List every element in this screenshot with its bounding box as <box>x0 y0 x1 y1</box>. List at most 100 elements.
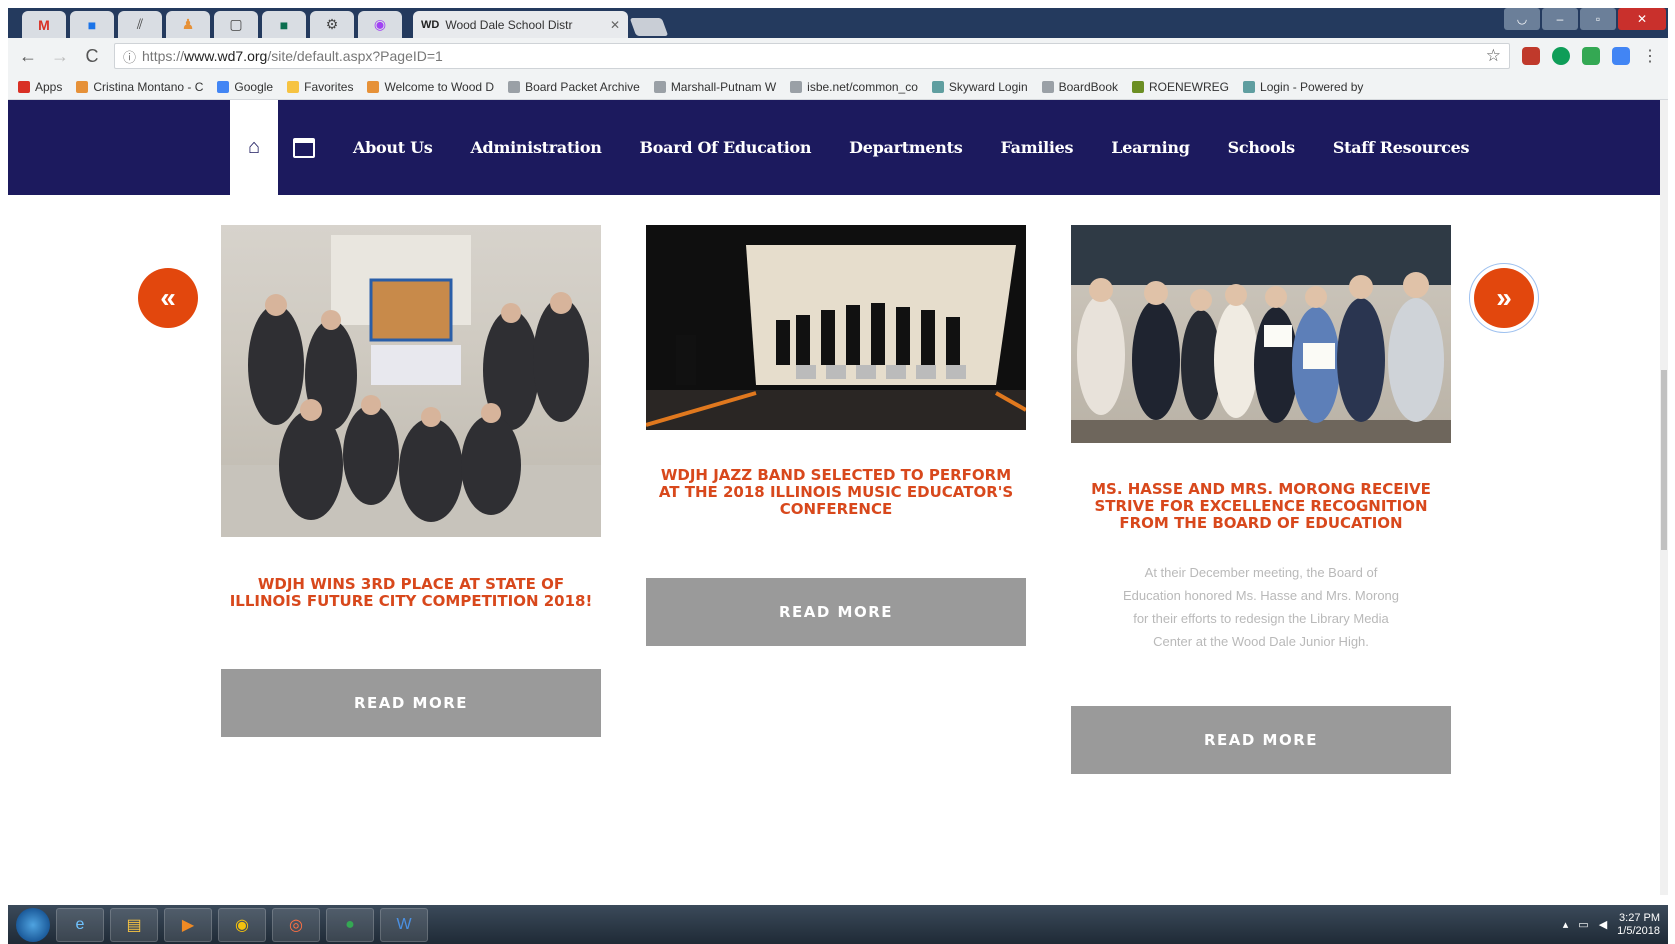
browser-tab[interactable]: ⫽ <box>118 11 162 38</box>
bookmark-item[interactable]: Board Packet Archive <box>508 80 640 94</box>
news-photo-recognition[interactable] <box>1071 225 1451 443</box>
url-text: https://www.wd7.org/site/default.aspx?Pa… <box>142 48 443 64</box>
page-icon <box>1041 80 1054 93</box>
group-photo-illustration <box>221 235 601 537</box>
news-photo-future-city[interactable] <box>221 225 601 537</box>
close-tab-icon[interactable]: ✕ <box>610 18 620 32</box>
page-scrollbar[interactable] <box>1660 100 1668 895</box>
system-tray: ▴ ▭ ◀ 3:27 PM 1/5/2018 <box>1563 912 1660 938</box>
bookmarks-bar: Apps Cristina Montano - C Google Favorit… <box>8 74 1668 100</box>
bookmark-favicon-icon <box>1243 80 1256 93</box>
browser-tab[interactable]: ♟ <box>166 11 210 38</box>
browser-tab[interactable]: ▢ <box>214 11 258 38</box>
volume-icon[interactable]: ◀ <box>1599 918 1607 931</box>
bookmark-favicon-icon <box>1132 80 1144 93</box>
bookmark-item[interactable]: Google <box>217 80 273 94</box>
media-player-icon[interactable]: ▶ <box>164 907 212 942</box>
user-profile-button[interactable]: ◡ <box>1504 8 1540 30</box>
browser-tab[interactable]: ■ <box>262 11 306 38</box>
nav-learning[interactable]: Learning <box>1111 138 1190 157</box>
nav-about-us[interactable]: About Us <box>353 138 433 157</box>
hangouts-icon[interactable]: ● <box>326 907 374 942</box>
info-icon[interactable]: ⓘ <box>123 47 136 66</box>
scrollbar-thumb[interactable] <box>1661 370 1667 550</box>
bookmark-item[interactable]: Login - Powered by <box>1243 80 1363 94</box>
bookmark-item[interactable]: Skyward Login <box>931 80 1028 94</box>
start-button[interactable] <box>16 907 50 942</box>
bookmark-item[interactable]: Marshall-Putnam W <box>653 80 776 94</box>
home-button[interactable]: ⌂ <box>230 100 278 195</box>
browser-tab[interactable]: ⚙ <box>310 11 354 38</box>
address-bar[interactable]: ⓘ https://www.wd7.org/site/default.aspx?… <box>114 43 1510 69</box>
browser-tab[interactable]: ■ <box>70 11 114 38</box>
taskbar-clock[interactable]: 3:27 PM 1/5/2018 <box>1617 912 1660 938</box>
tab-icon: ■ <box>87 16 97 33</box>
carousel-prev-button[interactable]: « <box>138 268 198 328</box>
tab-icon: ⫽ <box>136 16 144 32</box>
bookmark-item[interactable]: isbe.net/common_co <box>790 80 918 94</box>
bookmark-item[interactable]: Apps <box>18 80 62 94</box>
nav-staff-resources[interactable]: Staff Resources <box>1333 138 1470 157</box>
read-more-button[interactable]: READ MORE <box>1071 706 1451 774</box>
main-menu: About Us Administration Board Of Educati… <box>353 100 1470 195</box>
menu-kebab-icon[interactable]: ⋮ <box>1642 46 1658 66</box>
news-photo-jazz-band[interactable] <box>646 225 1026 430</box>
news-card <box>221 225 601 537</box>
tab-icon: ■ <box>279 16 289 33</box>
window-controls: ◡ – ▫ ✕ <box>1504 8 1666 30</box>
internet-explorer-icon[interactable]: e <box>56 907 104 942</box>
bookmark-item[interactable]: Welcome to Wood D <box>367 80 494 94</box>
bookmark-star-icon[interactable]: ☆ <box>1486 46 1501 66</box>
news-headline[interactable]: WDJH JAZZ BAND SELECTED TO PERFORM AT TH… <box>646 467 1026 518</box>
forward-arrow-icon[interactable]: → <box>50 46 70 67</box>
bookmark-item[interactable]: Favorites <box>287 80 353 94</box>
double-chevron-left-icon: « <box>160 282 176 313</box>
tray-expand-icon[interactable]: ▴ <box>1563 918 1569 931</box>
extension-icon[interactable] <box>1552 47 1570 65</box>
carousel-next-button[interactable]: » <box>1469 263 1539 333</box>
extension-icon[interactable] <box>1582 47 1600 65</box>
file-explorer-icon[interactable]: ▤ <box>110 907 158 942</box>
news-headline[interactable]: WDJH WINS 3RD PLACE AT STATE OF ILLINOIS… <box>221 576 601 610</box>
read-more-button[interactable]: READ MORE <box>646 578 1026 646</box>
extension-icon[interactable] <box>1522 47 1540 65</box>
bookmark-item[interactable]: Cristina Montano - C <box>76 80 203 94</box>
bookmark-favicon-icon <box>367 80 380 93</box>
extension-icon[interactable] <box>1612 47 1630 65</box>
jazz-band-illustration <box>646 245 1026 430</box>
browser-tab[interactable]: ◉ <box>358 11 402 38</box>
calendar-icon[interactable] <box>293 138 315 158</box>
nav-administration[interactable]: Administration <box>470 138 601 157</box>
new-tab-button[interactable] <box>629 18 669 36</box>
recognition-photo-illustration <box>1071 225 1451 443</box>
browser-tab-gmail[interactable]: M <box>22 11 66 38</box>
tab-favicon: WD <box>421 18 440 31</box>
tab-icon: ⚙ <box>325 16 339 32</box>
nav-board-of-education[interactable]: Board Of Education <box>640 138 812 157</box>
back-arrow-icon[interactable]: ← <box>18 46 38 67</box>
bookmark-favicon-icon <box>76 80 89 93</box>
nav-families[interactable]: Families <box>1000 138 1073 157</box>
maximize-button[interactable]: ▫ <box>1580 8 1616 30</box>
read-more-button[interactable]: READ MORE <box>221 669 601 737</box>
minimize-button[interactable]: – <box>1542 8 1578 30</box>
bookmark-favicon-icon <box>931 80 944 93</box>
word-icon[interactable]: W <box>380 907 428 942</box>
mail-icon: M <box>38 16 50 33</box>
news-card <box>1071 225 1451 443</box>
apps-grid-icon <box>18 80 30 93</box>
nav-schools[interactable]: Schools <box>1228 138 1296 157</box>
snagit-icon[interactable]: ◎ <box>272 907 320 942</box>
news-headline[interactable]: MS. HASSE AND MRS. MORONG RECEIVE STRIVE… <box>1071 481 1451 532</box>
bookmark-item[interactable]: ROENEWREG <box>1132 80 1229 94</box>
nav-departments[interactable]: Departments <box>849 138 963 157</box>
chrome-icon[interactable]: ◉ <box>218 907 266 942</box>
close-window-button[interactable]: ✕ <box>1618 8 1666 30</box>
browser-tab-active[interactable]: WD Wood Dale School Distr ✕ <box>413 11 628 38</box>
windows-taskbar: e ▤ ▶ ◉ ◎ ● W ▴ ▭ ◀ 3:27 PM 1/5/2018 <box>8 905 1668 944</box>
home-icon: ⌂ <box>247 136 261 158</box>
reload-icon[interactable]: C <box>82 46 102 67</box>
page-icon <box>790 80 803 93</box>
bookmark-item[interactable]: BoardBook <box>1041 80 1118 94</box>
network-icon[interactable]: ▭ <box>1578 918 1588 931</box>
